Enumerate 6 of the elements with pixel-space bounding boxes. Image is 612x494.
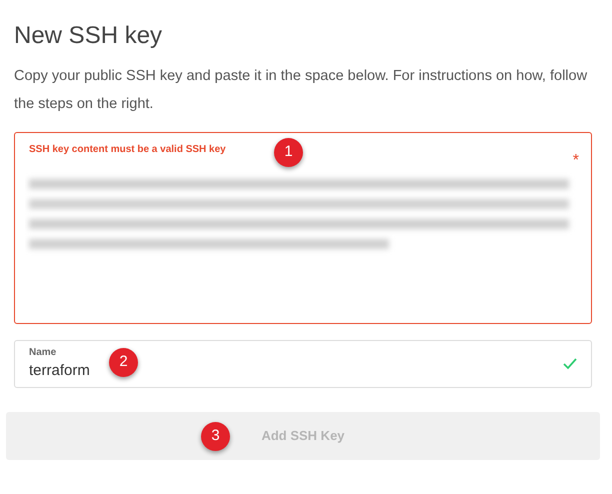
error-message: SSH key content must be a valid SSH key	[29, 143, 226, 157]
required-mark: *	[572, 151, 579, 171]
field-value: terraform	[29, 361, 91, 381]
page-title: New SSH key	[14, 21, 164, 51]
description: Copy your public SSH key and paste it in the space below. For instructions on how, follow the steps on the right.	[14, 67, 588, 114]
field-label: Name	[29, 347, 58, 359]
